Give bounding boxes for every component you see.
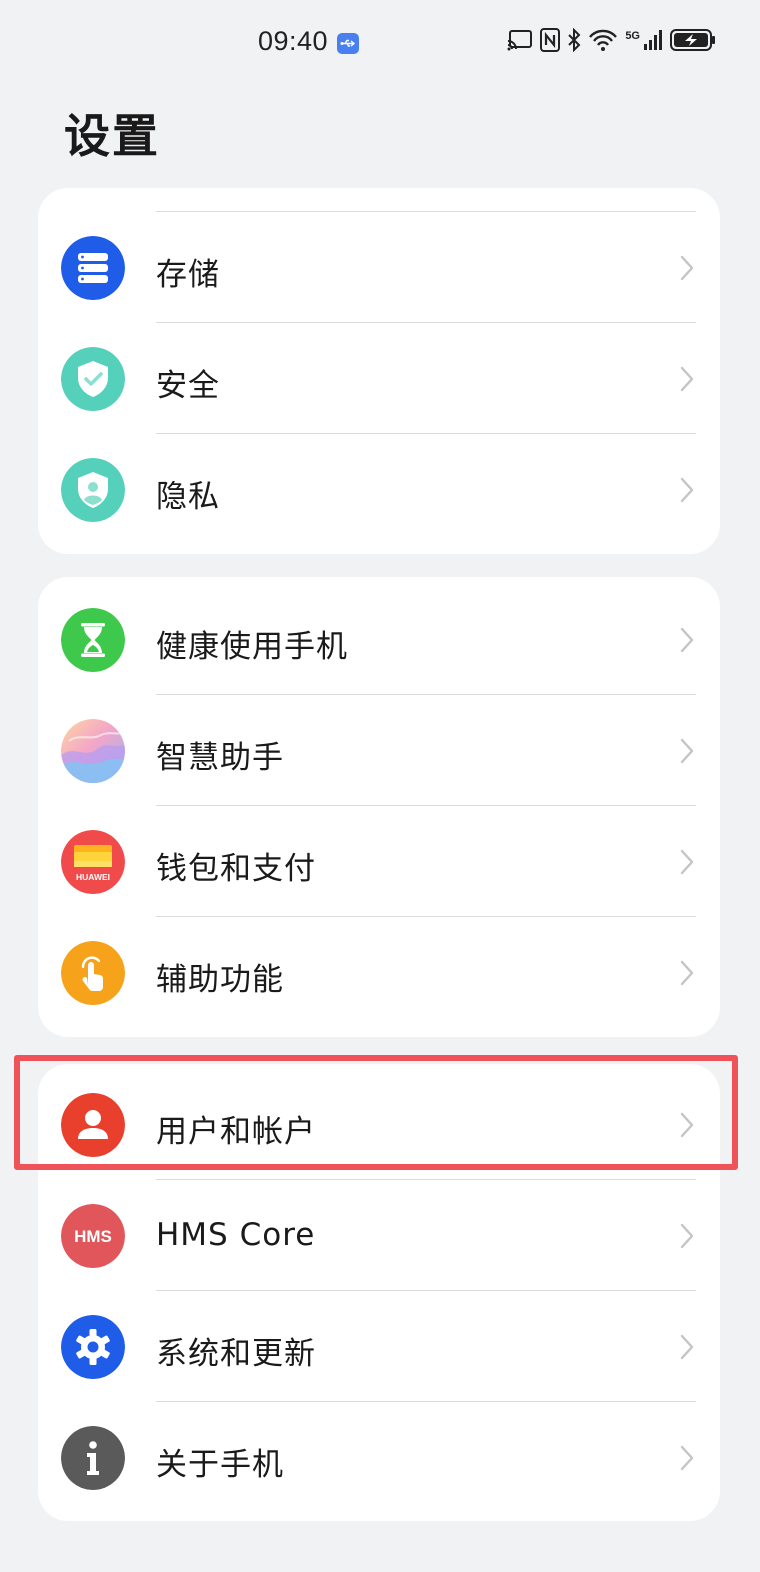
chevron-right-icon bbox=[680, 960, 694, 986]
settings-item-about-phone[interactable]: 关于手机 bbox=[38, 1402, 720, 1513]
security-shield-icon bbox=[61, 347, 125, 411]
status-bar: 09:40 5G bbox=[0, 0, 760, 84]
settings-item-smart-assistant[interactable]: 智慧助手 bbox=[38, 695, 720, 806]
wallet-brand-text: HUAWEI bbox=[76, 872, 110, 882]
settings-item-label: 辅助功能 bbox=[156, 962, 284, 998]
accessibility-hand-icon bbox=[61, 941, 125, 1005]
nfc-icon bbox=[540, 28, 561, 56]
chevron-right-icon bbox=[680, 1223, 694, 1249]
settings-group-2: 健康使用手机 智慧助手 HUAWEI 钱包和支付 辅助功能 bbox=[38, 577, 720, 1037]
settings-item-label: 关于手机 bbox=[156, 1447, 284, 1483]
chevron-right-icon bbox=[680, 366, 694, 392]
settings-item-label: 存储 bbox=[156, 257, 220, 293]
settings-item-digital-balance[interactable]: 健康使用手机 bbox=[38, 584, 720, 695]
settings-item-label: 隐私 bbox=[156, 479, 220, 515]
chevron-right-icon bbox=[680, 627, 694, 653]
gear-icon bbox=[61, 1315, 125, 1379]
screen-cast-icon bbox=[507, 29, 533, 55]
settings-item-security[interactable]: 安全 bbox=[38, 323, 720, 434]
wallet-icon: HUAWEI bbox=[61, 830, 125, 894]
settings-item-label: 健康使用手机 bbox=[156, 629, 348, 665]
privacy-shield-icon bbox=[61, 458, 125, 522]
hms-core-icon: HMS bbox=[61, 1204, 125, 1268]
chevron-right-icon bbox=[680, 1445, 694, 1471]
bluetooth-icon bbox=[567, 27, 581, 56]
settings-item-accessibility[interactable]: 辅助功能 bbox=[38, 917, 720, 1028]
settings-item-users-accounts[interactable]: 用户和帐户 bbox=[38, 1069, 720, 1180]
settings-group-3: 用户和帐户 HMS HMS Core 系统和更新 关于手机 bbox=[38, 1064, 720, 1521]
smart-assistant-icon bbox=[61, 719, 125, 783]
status-time: 09:40 bbox=[258, 26, 329, 56]
settings-item-label: 安全 bbox=[156, 368, 220, 404]
settings-item-storage[interactable]: 存储 bbox=[38, 212, 720, 323]
user-icon bbox=[61, 1093, 125, 1157]
info-icon bbox=[61, 1426, 125, 1490]
settings-item-label: HMS Core bbox=[156, 1217, 316, 1253]
chevron-right-icon bbox=[680, 255, 694, 281]
chevron-right-icon bbox=[680, 477, 694, 503]
settings-group-1: 存储 安全 隐私 bbox=[38, 188, 720, 554]
chevron-right-icon bbox=[680, 738, 694, 764]
settings-item-label: 系统和更新 bbox=[156, 1336, 316, 1372]
network-type-label: 5G bbox=[625, 30, 640, 42]
cellular-signal-icon bbox=[643, 29, 663, 55]
settings-item-label: 钱包和支付 bbox=[156, 851, 316, 887]
page-title: 设置 bbox=[64, 109, 160, 163]
settings-item-label: 智慧助手 bbox=[156, 740, 284, 776]
chevron-right-icon bbox=[680, 1112, 694, 1138]
settings-item-system-updates[interactable]: 系统和更新 bbox=[38, 1291, 720, 1402]
battery-charging-icon bbox=[670, 28, 716, 56]
usb-notification-icon bbox=[337, 33, 359, 54]
settings-item-hms-core[interactable]: HMS HMS Core bbox=[38, 1180, 720, 1291]
hms-badge-text: HMS bbox=[74, 1227, 112, 1246]
settings-item-label: 用户和帐户 bbox=[156, 1114, 316, 1150]
hourglass-icon bbox=[61, 608, 125, 672]
storage-icon bbox=[61, 236, 125, 300]
chevron-right-icon bbox=[680, 849, 694, 875]
chevron-right-icon bbox=[680, 1334, 694, 1360]
wifi-icon bbox=[588, 28, 618, 56]
settings-item-privacy[interactable]: 隐私 bbox=[38, 434, 720, 545]
settings-item-wallet[interactable]: HUAWEI 钱包和支付 bbox=[38, 806, 720, 917]
